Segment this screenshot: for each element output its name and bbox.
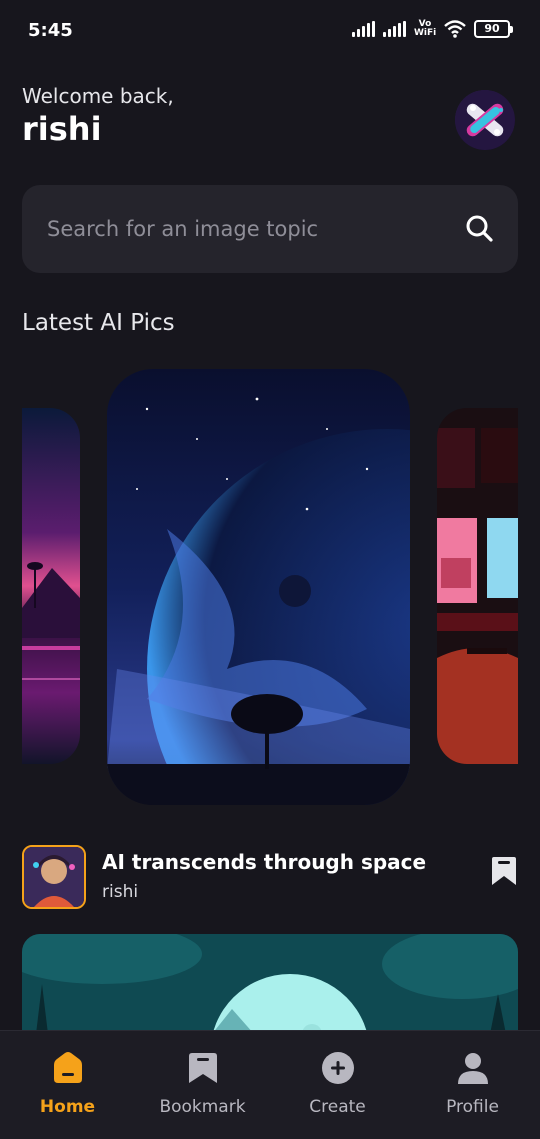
status-icons: Vo WiFi 90 [352, 19, 513, 38]
ai-portrait-image [24, 847, 84, 907]
synthwave-image [22, 408, 80, 764]
nav-item-home[interactable]: Home [0, 1031, 135, 1139]
signal-icon-2 [383, 21, 406, 37]
plus-circle-icon [321, 1052, 354, 1084]
username: rishi [22, 110, 102, 148]
signal-icon [352, 21, 375, 37]
bookmark-icon [188, 1053, 217, 1083]
search-input[interactable] [47, 211, 447, 247]
section-title: Latest AI Pics [22, 310, 175, 336]
bookmark-button[interactable] [490, 855, 518, 887]
search-button[interactable] [462, 211, 498, 247]
carousel-card-active[interactable] [107, 369, 410, 805]
bookmark-icon [492, 857, 516, 885]
user-icon [457, 1053, 488, 1084]
bottom-navigation: Home Bookmark Create Profile [0, 1030, 540, 1139]
battery-icon: 90 [474, 20, 513, 38]
search-icon [466, 215, 493, 242]
nav-item-create[interactable]: Create [270, 1031, 405, 1139]
vowifi-label: Vo WiFi [414, 19, 437, 38]
status-time: 5:45 [28, 20, 73, 41]
nav-label-create: Create [309, 1097, 366, 1117]
nav-label-bookmark: Bookmark [159, 1097, 246, 1117]
wifi-icon [444, 20, 466, 38]
search-bar [22, 185, 518, 273]
status-bar: 5:45 Vo WiFi 90 [0, 0, 540, 62]
nav-item-profile[interactable]: Profile [405, 1031, 540, 1139]
nav-label-profile: Profile [446, 1097, 499, 1117]
carousel-card-prev[interactable] [22, 408, 80, 764]
carousel-card-next[interactable] [437, 408, 518, 764]
post-author: rishi [102, 882, 139, 902]
welcome-text: Welcome back, [22, 84, 174, 108]
space-planet-image [107, 369, 410, 805]
avatar[interactable] [455, 90, 515, 150]
crossed-tools-avatar-icon [455, 90, 515, 150]
post-thumbnail[interactable] [22, 845, 86, 909]
nav-label-home: Home [39, 1097, 96, 1117]
post-title: AI transcends through space [102, 850, 427, 874]
gaming-room-image [437, 408, 518, 764]
home-icon [53, 1052, 82, 1083]
nav-item-bookmark[interactable]: Bookmark [135, 1031, 270, 1139]
